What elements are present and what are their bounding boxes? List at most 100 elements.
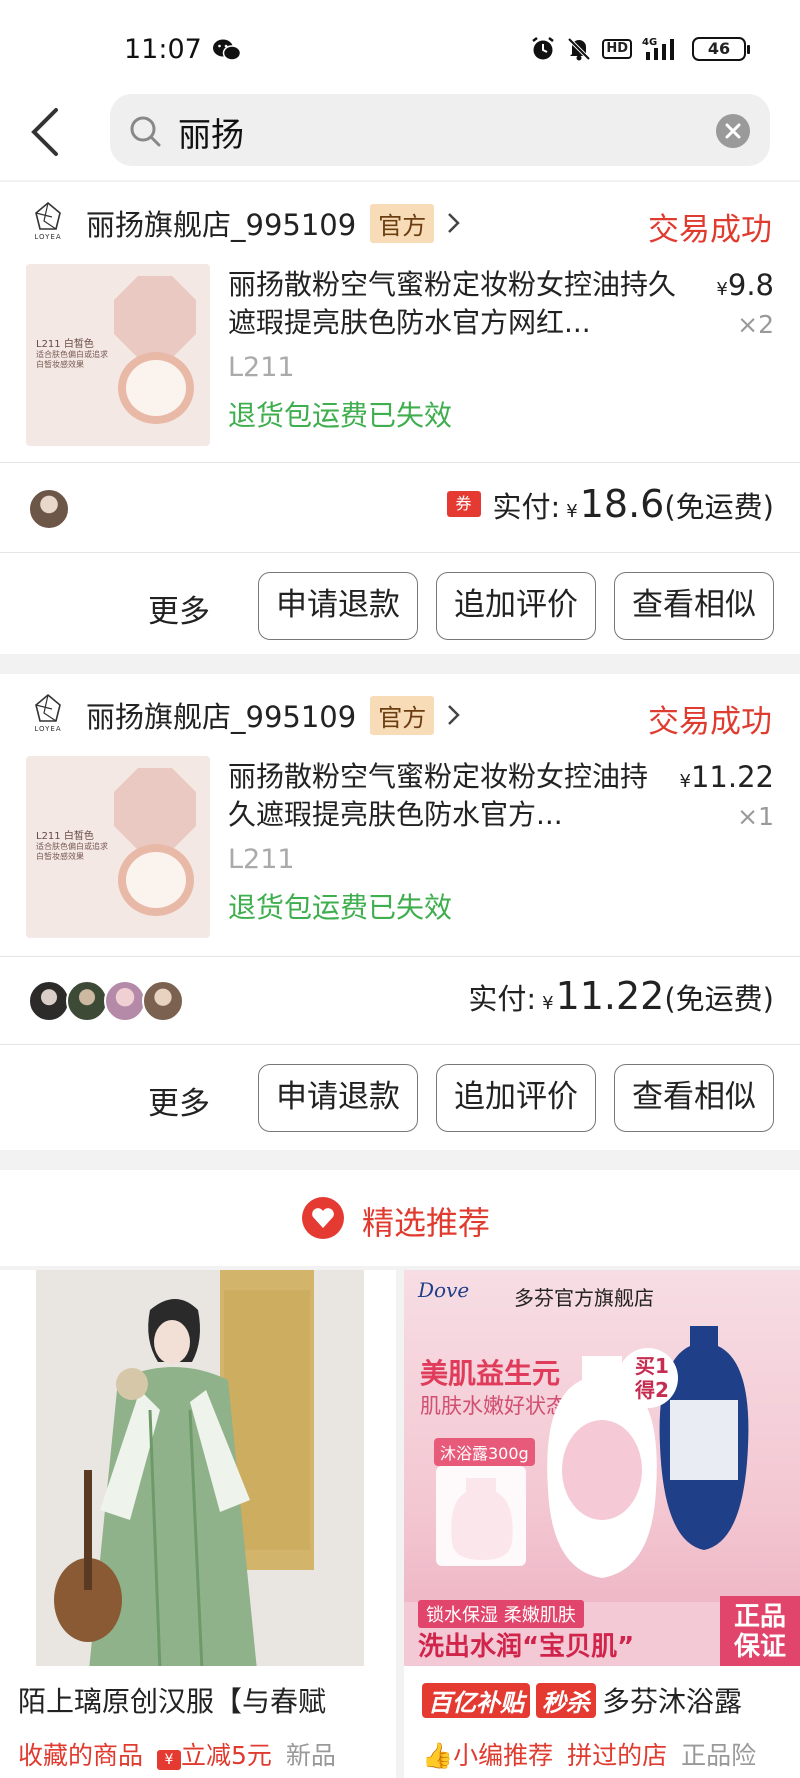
divider	[0, 956, 800, 957]
alarm-icon	[532, 37, 555, 60]
return-shipping-notice: 退货包运费已失效	[228, 399, 453, 432]
product-thumbnail[interactable]: L211 白皙色 适合肤色偏白或追求 白皙妆感效果	[26, 264, 210, 446]
product-quantity: ×2	[737, 310, 774, 339]
request-refund-button[interactable]: 申请退款	[258, 572, 418, 640]
tag-discount: ¥ 立减5元	[157, 1736, 272, 1772]
thumb-sub: 适合肤色偏白或追求 白皙妆感效果	[36, 350, 108, 369]
dove-guarantee: 正品保证	[733, 1602, 786, 1662]
shop-header[interactable]: LOYEA 丽扬旗舰店_995109 官方	[26, 200, 462, 246]
thumb-sub: 适合肤色偏白或追求 白皙妆感效果	[36, 842, 108, 861]
paid-amount: 18.6	[579, 482, 665, 526]
view-similar-button[interactable]: 查看相似	[614, 572, 774, 640]
divider	[0, 1044, 800, 1045]
paid-label: 实付:	[492, 490, 561, 524]
thumb-label: L211 白皙色	[36, 831, 94, 842]
order-status: 交易成功	[648, 212, 772, 248]
avatar-group	[28, 980, 184, 1022]
back-arrow-icon[interactable]	[26, 104, 66, 160]
status-bar: 11:07 HD 4G 46	[0, 0, 800, 92]
divider	[0, 462, 800, 463]
tag-favorited: 收藏的商品	[18, 1741, 144, 1770]
wechat-icon	[213, 39, 242, 61]
search-query: 丽扬	[178, 115, 244, 154]
official-tag: 官方	[370, 203, 435, 243]
recommend-label: 精选推荐	[362, 1204, 491, 1242]
recommend-item-title: 陌上璃原创汉服【与春赋	[18, 1685, 327, 1718]
recommend-header: 精选推荐	[0, 1170, 800, 1266]
close-icon	[725, 123, 741, 139]
paid-summary: 券 实付: ¥ 18.6 (免运费)	[446, 482, 774, 526]
request-refund-button[interactable]: 申请退款	[258, 1064, 418, 1132]
chevron-right-icon	[448, 213, 460, 233]
search-icon	[130, 116, 161, 147]
order-card[interactable]: LOYEA 丽扬旗舰店_995109 官方 交易成功 L211 白皙色 适合肤色…	[0, 674, 800, 1150]
recommend-item[interactable]: 陌上璃原创汉服【与春赋 收藏的商品 ¥ 立减5元 新品	[0, 1270, 396, 1778]
search-header: 丽扬	[0, 92, 800, 180]
shop-logo: LOYEA	[26, 693, 70, 737]
order-status: 交易成功	[648, 704, 772, 740]
shop-logo: LOYEA	[26, 201, 70, 245]
product-quantity: ×1	[737, 802, 774, 831]
order-card[interactable]: LOYEA 丽扬旗舰店_995109 官方 交易成功 L211 白皙色 适合肤色…	[0, 182, 800, 654]
hd-icon: HD	[602, 39, 632, 59]
status-time: 11:07	[124, 34, 202, 65]
search-input[interactable]: 丽扬	[110, 94, 770, 166]
recommend-item-tags: 👍小编推荐 拼过的店 正品险	[422, 1736, 756, 1772]
shipping-note: (免运费)	[664, 490, 774, 524]
order-search-page: 11:07 HD 4G 46 丽扬 LOYEA 丽扬旗舰店_995109 官方 …	[0, 0, 800, 1778]
chevron-right-icon	[448, 705, 460, 725]
hanfu-product-image	[0, 1270, 396, 1666]
product-sku: L211	[228, 352, 295, 383]
tag-authentic-insurance: 正品险	[681, 1741, 757, 1770]
shipping-note: (免运费)	[664, 982, 774, 1016]
signal-icon: 4G	[642, 37, 674, 60]
clear-search-button[interactable]	[716, 114, 750, 148]
dove-slogan: 洗出水润“宝贝肌”	[418, 1632, 635, 1662]
flash-sale-badge: 秒杀	[536, 1682, 596, 1718]
paid-amount: 11.22	[555, 974, 665, 1018]
avatar	[104, 980, 146, 1022]
divider	[0, 552, 800, 553]
dove-product-image: Dove 多芬官方旗舰店 美肌益生元 肌肤水嫩好状态 沐浴露300g 买1得2 …	[404, 1270, 800, 1666]
product-sku: L211	[228, 844, 295, 875]
product-price: ¥9.8	[716, 268, 774, 302]
battery-icon: 46	[692, 37, 750, 61]
mute-bell-icon	[567, 37, 591, 61]
view-similar-button[interactable]: 查看相似	[614, 1064, 774, 1132]
product-price: ¥11.22	[679, 760, 774, 794]
add-review-button[interactable]: 追加评价	[436, 1064, 596, 1132]
brand-logo-icon	[35, 201, 61, 230]
recommend-item-title: 百亿补贴 秒杀 多芬沐浴露	[422, 1680, 742, 1720]
thumbs-up-icon: 👍	[422, 1741, 454, 1770]
avatar	[66, 980, 108, 1022]
more-button[interactable]: 更多	[148, 586, 210, 631]
dove-promo: 买1得2	[635, 1354, 669, 1402]
heart-icon	[302, 1197, 344, 1239]
recommend-item-tags: 收藏的商品 ¥ 立减5元 新品	[18, 1736, 336, 1772]
shop-header[interactable]: LOYEA 丽扬旗舰店_995109 官方	[26, 692, 462, 738]
tag-new: 新品	[285, 1741, 336, 1770]
shop-name: 丽扬旗舰店_995109	[86, 700, 357, 734]
tag-editor-pick: 👍小编推荐	[422, 1741, 554, 1770]
recommend-item[interactable]: Dove 多芬官方旗舰店 美肌益生元 肌肤水嫩好状态 沐浴露300g 买1得2 …	[404, 1270, 800, 1778]
brand-logo-icon	[35, 693, 61, 722]
shop-name: 丽扬旗舰店_995109	[86, 208, 357, 242]
product-title[interactable]: 丽扬散粉空气蜜粉定妆粉女控油持久遮瑕提亮肤色防水官方...	[228, 758, 668, 834]
official-tag: 官方	[370, 695, 435, 735]
thumb-label: L211 白皙色	[36, 339, 94, 350]
avatar	[28, 980, 70, 1022]
avatar	[28, 488, 70, 530]
avatar-group	[28, 488, 70, 530]
svg-text:4G: 4G	[642, 37, 657, 48]
paid-summary: 实付: ¥ 11.22 (免运费)	[468, 974, 774, 1018]
product-title[interactable]: 丽扬散粉空气蜜粉定妆粉女控油持久遮瑕提亮肤色防水官方网红...	[228, 266, 688, 342]
dove-strip: 锁水保湿 柔嫩肌肤	[418, 1600, 584, 1628]
more-button[interactable]: 更多	[148, 1078, 210, 1123]
tag-shopped-store: 拼过的店	[567, 1741, 668, 1770]
coupon-icon: ¥	[157, 1750, 182, 1770]
product-thumbnail[interactable]: L211 白皙色 适合肤色偏白或追求 白皙妆感效果	[26, 756, 210, 938]
add-review-button[interactable]: 追加评价	[436, 572, 596, 640]
avatar	[142, 980, 184, 1022]
subsidy-badge: 百亿补贴	[422, 1682, 530, 1718]
coupon-icon: 券	[446, 491, 481, 517]
